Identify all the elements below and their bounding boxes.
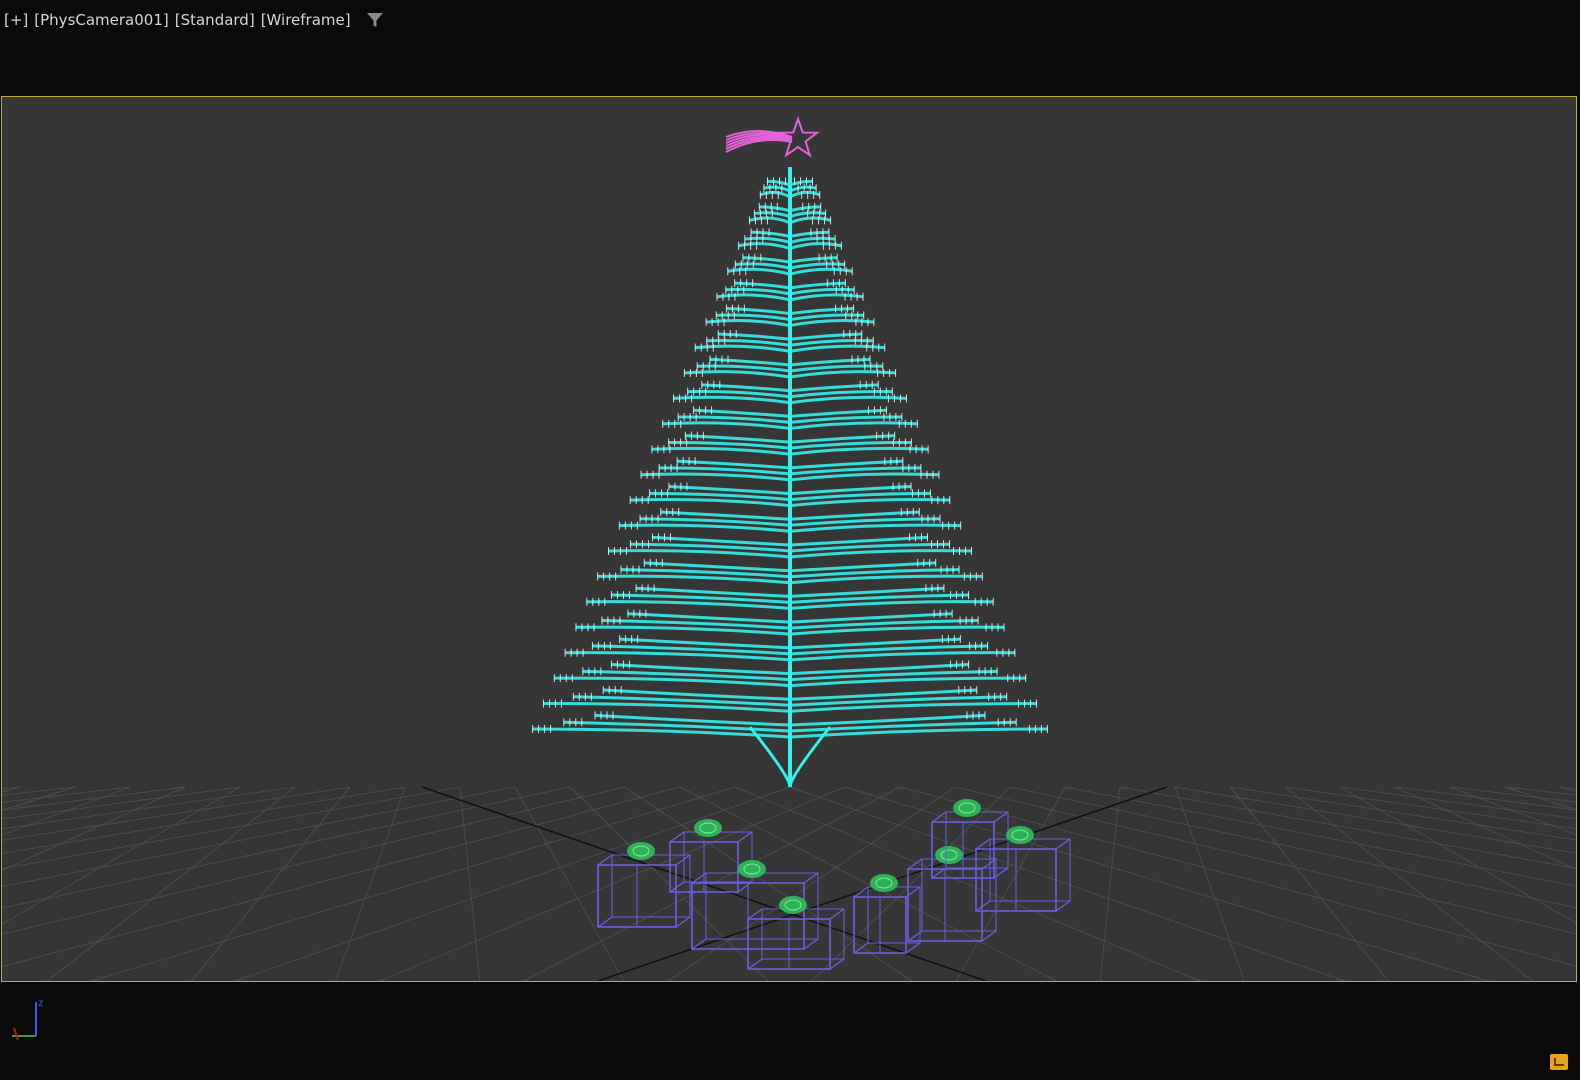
viewport-camera-label[interactable]: [PhysCamera001] (34, 11, 168, 29)
star-topper-wireframe[interactable] (725, 115, 820, 158)
viewport-corner-button[interactable] (1550, 1054, 1568, 1070)
scene-canvas[interactable] (2, 97, 1577, 982)
christmas-tree-wireframe[interactable] (532, 167, 1048, 788)
axis-z-label: z (38, 998, 43, 1009)
viewport-label-bar: [+] [PhysCamera001] [Standard] [Wirefram… (0, 0, 1580, 40)
funnel-icon[interactable] (365, 10, 385, 30)
viewport-menu-plus[interactable]: [+] (4, 11, 28, 29)
viewport-display-mode-label[interactable]: [Wireframe] (261, 11, 351, 29)
viewport-shading-label[interactable]: [Standard] (175, 11, 255, 29)
axis-tripod-icon: z (12, 998, 43, 1041)
viewport-safe-frame[interactable] (1, 96, 1577, 982)
